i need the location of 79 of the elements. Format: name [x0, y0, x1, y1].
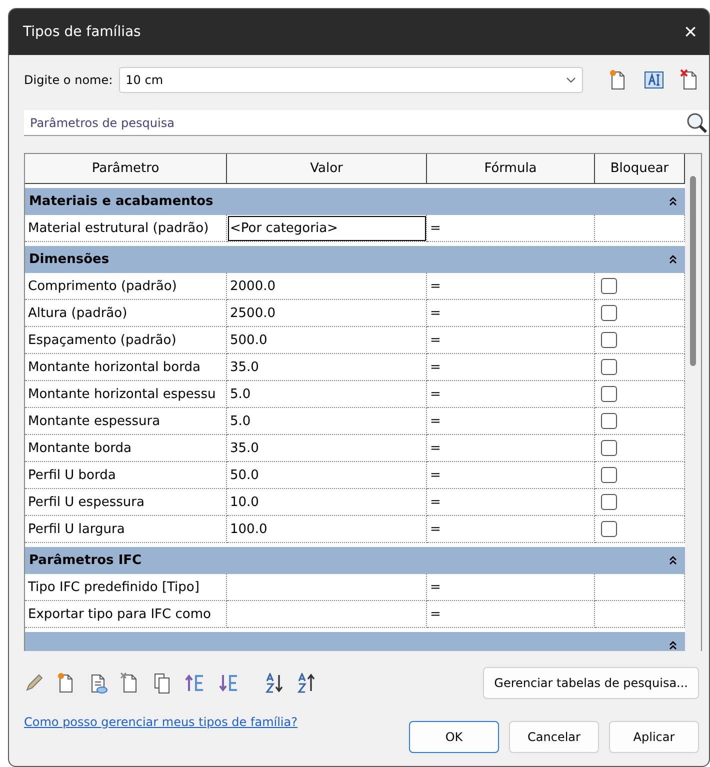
dialog-button[interactable]: OK [409, 721, 499, 753]
lock-checkbox[interactable] [601, 467, 617, 483]
help-link[interactable]: Como posso gerenciar meus tipos de família? [24, 715, 298, 729]
parameter-cell: Perfil U borda [25, 462, 227, 489]
lock-checkbox[interactable] [601, 413, 617, 429]
parameter-cell: Material estrutural (padrão) [25, 215, 227, 242]
parameter-cell: Montante horizontal borda [25, 354, 227, 381]
formula-cell[interactable]: = [427, 215, 595, 242]
column-header[interactable]: Bloquear [595, 154, 685, 184]
parameter-cell: Exportar tipo para IFC como [25, 601, 227, 628]
move-down-icon[interactable] [218, 673, 240, 693]
value-cell[interactable]: 100.0 [227, 516, 427, 543]
value-cell[interactable]: 35.0 [227, 354, 427, 381]
group-header[interactable]: Materiais e acabamentos [25, 188, 685, 215]
lock-checkbox[interactable] [601, 494, 617, 510]
dialog-button[interactable]: Aplicar [609, 721, 699, 753]
value-cell[interactable]: 5.0 [227, 381, 427, 408]
manage-lookup-tables-button[interactable]: Gerenciar tabelas de pesquisa... [483, 667, 699, 699]
column-header[interactable]: Fórmula [427, 154, 595, 184]
lock-checkbox[interactable] [601, 332, 617, 348]
name-dropdown[interactable]: 10 cm [118, 67, 583, 93]
formula-cell[interactable]: = [427, 435, 595, 462]
group-header[interactable]: Dimensões [25, 246, 685, 273]
formula-cell[interactable]: = [427, 574, 595, 601]
formula-cell[interactable]: = [427, 601, 595, 628]
sort-ascending-icon[interactable] [264, 673, 284, 693]
parameter-cell: Espaçamento (padrão) [25, 327, 227, 354]
collapse-icon[interactable] [669, 641, 677, 650]
group-header[interactable]: Parâmetros IFC [25, 547, 685, 574]
formula-cell[interactable]: = [427, 273, 595, 300]
close-button[interactable]: × [680, 19, 701, 45]
parameter-cell: Montante horizontal espessu [25, 381, 227, 408]
formula-cell[interactable]: = [427, 354, 595, 381]
search-icon[interactable] [686, 112, 708, 134]
parameter-cell: Montante espessura [25, 408, 227, 435]
formula-cell[interactable]: = [427, 300, 595, 327]
lock-checkbox[interactable] [601, 278, 617, 294]
value-cell[interactable]: 2500.0 [227, 300, 427, 327]
column-header[interactable]: Parâmetro [25, 154, 227, 184]
formula-cell[interactable]: = [427, 516, 595, 543]
formula-cell[interactable]: = [427, 381, 595, 408]
lock-checkbox[interactable] [601, 440, 617, 456]
formula-cell[interactable]: = [427, 327, 595, 354]
parameter-cell: Altura (padrão) [25, 300, 227, 327]
value-cell[interactable] [227, 601, 427, 628]
value-cell[interactable] [227, 574, 427, 601]
value-cell[interactable]: 10.0 [227, 489, 427, 516]
formula-cell[interactable]: = [427, 489, 595, 516]
parameter-cell: Tipo IFC predefinido [Tipo] [25, 574, 227, 601]
lock-checkbox[interactable] [601, 305, 617, 321]
formula-cell[interactable]: = [427, 408, 595, 435]
collapse-icon[interactable] [669, 556, 677, 565]
search-field[interactable]: Parâmetros de pesquisa [24, 110, 709, 136]
pencil-icon[interactable] [24, 673, 44, 693]
value-cell[interactable]: 2000.0 [227, 273, 427, 300]
lock-checkbox[interactable] [601, 521, 617, 537]
sort-descending-icon[interactable] [296, 673, 316, 693]
parameter-cell: Comprimento (padrão) [25, 273, 227, 300]
copy-icon[interactable] [152, 672, 172, 694]
chevron-down-icon [566, 77, 576, 83]
window-title: Tipos de famílias [23, 24, 141, 40]
lock-checkbox[interactable] [601, 359, 617, 375]
dialog-button[interactable]: Cancelar [509, 721, 599, 753]
collapse-icon[interactable] [669, 197, 677, 206]
value-cell[interactable]: 50.0 [227, 462, 427, 489]
name-label: Digite o nome: [24, 73, 113, 87]
parameter-cell: Perfil U espessura [25, 489, 227, 516]
parameter-cell: Montante borda [25, 435, 227, 462]
value-cell[interactable]: 5.0 [227, 408, 427, 435]
lock-checkbox[interactable] [601, 386, 617, 402]
column-header[interactable]: Valor [227, 154, 427, 184]
value-cell[interactable]: 35.0 [227, 435, 427, 462]
value-cell[interactable]: 500.0 [227, 327, 427, 354]
parameter-cell: Perfil U largura [25, 516, 227, 543]
rename-icon[interactable] [644, 71, 664, 89]
formula-cell[interactable]: = [427, 462, 595, 489]
move-up-icon[interactable] [184, 673, 206, 693]
value-cell[interactable]: <Por categoria> [227, 215, 427, 242]
collapse-icon[interactable] [669, 255, 677, 264]
